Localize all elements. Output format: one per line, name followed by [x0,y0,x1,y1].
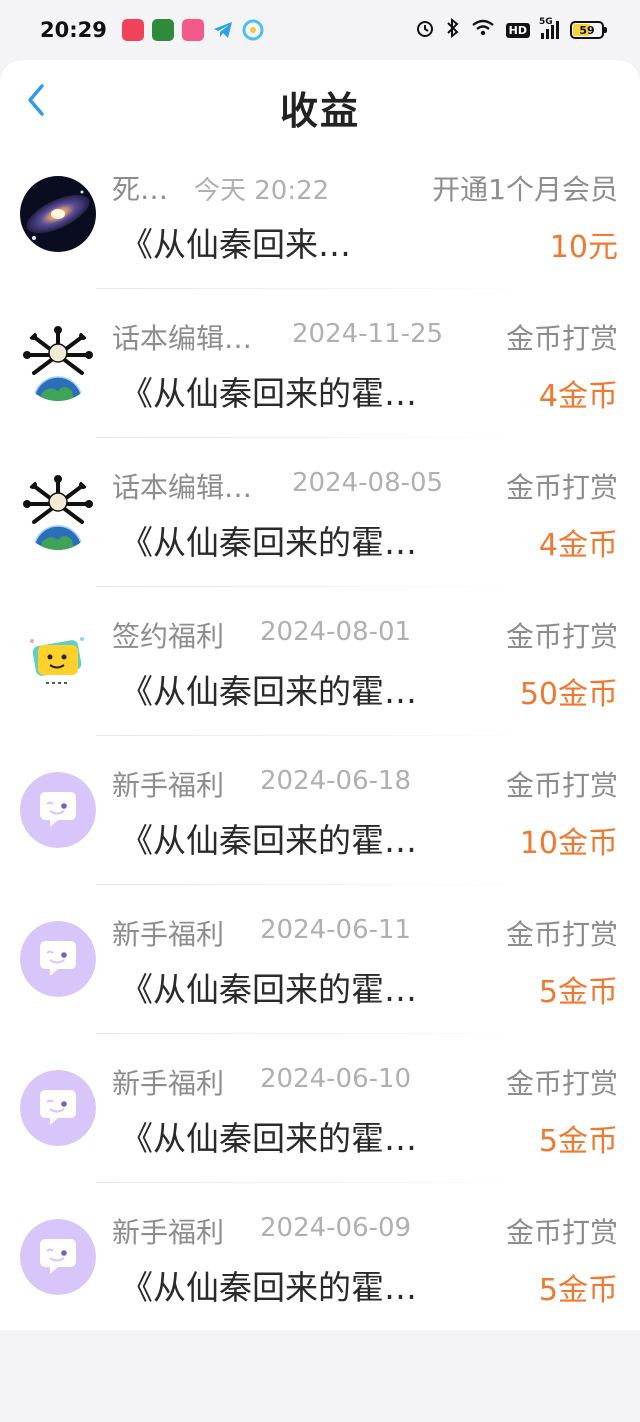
earning-amount: 10金币 [519,826,618,861]
book-title: 《从仙秦回来的霍… [120,1119,417,1158]
earning-date: 2024-08-05 [292,468,444,498]
earning-type: 金币打赏 [505,1216,618,1249]
notification-icons [122,19,264,41]
earnings-page: 20:29 HD 5G 59 收益 死… 今天 20:22 开通1个月会员 《从… [0,0,640,1422]
earning-date: 2024-06-09 [260,1213,412,1243]
mascot-globe-avatar [20,474,96,550]
status-bar: 20:29 HD 5G 59 [0,0,640,60]
sender-name: 签约福利 [112,620,225,653]
book-title: 《从仙秦回来的霍… [120,821,417,860]
sender-name: 新手福利 [112,1216,225,1249]
earning-amount: 10元 [549,230,618,265]
signal-icon: 5G [539,17,559,39]
earning-amount: 5金币 [538,975,618,1010]
list-item[interactable]: 新手福利 2024-06-09 金币打赏 《从仙秦回来的霍… 5金币 [0,1183,640,1332]
earnings-list: 死… 今天 20:22 开通1个月会员 《从仙秦回来… 10元 话本编辑… 20… [0,140,640,1330]
list-item[interactable]: 新手福利 2024-06-10 金币打赏 《从仙秦回来的霍… 5金币 [0,1034,640,1183]
book-title: 《从仙秦回来的霍… [120,374,417,413]
sender-name: 话本编辑… [112,471,253,504]
earning-amount: 4金币 [538,528,618,563]
earning-date: 2024-08-01 [260,617,412,647]
wifi-icon [471,19,495,41]
music-app-icon [122,19,144,41]
galaxy-avatar [20,176,96,252]
chat-bubble-avatar [20,1070,96,1146]
list-item[interactable]: 话本编辑… 2024-08-05 金币打赏 《从仙秦回来的霍… 4金币 [0,438,640,587]
earning-type: 金币打赏 [505,769,618,802]
list-item[interactable]: 死… 今天 20:22 开通1个月会员 《从仙秦回来… 10元 [0,140,640,289]
telegram-icon [212,19,234,41]
status-time: 20:29 [40,18,107,42]
earning-type: 开通1个月会员 [432,173,618,206]
sender-name: 新手福利 [112,1067,225,1100]
book-title: 《从仙秦回来的霍… [120,1268,417,1307]
header: 收益 [0,60,640,140]
network-type: 5G [539,17,553,27]
sign-bonus-avatar [20,623,96,699]
book-title: 《从仙秦回来的霍… [120,970,417,1009]
status-right: HD 5G 59 [415,17,607,42]
page-title: 收益 [279,89,360,133]
list-item[interactable]: 新手福利 2024-06-18 金币打赏 《从仙秦回来的霍… 10金币 [0,736,640,885]
list-item[interactable]: 新手福利 2024-06-11 金币打赏 《从仙秦回来的霍… 5金币 [0,885,640,1034]
alarm-icon [415,18,435,42]
list-item[interactable]: 话本编辑… 2024-11-25 金币打赏 《从仙秦回来的霍… 4金币 [0,289,640,438]
list-item[interactable]: 签约福利 2024-08-01 金币打赏 《从仙秦回来的霍… 50金币 [0,587,640,736]
earning-amount: 4金币 [538,379,618,414]
battery-level: 59 [579,23,595,37]
earning-date: 今天 20:22 [194,176,330,206]
bluetooth-icon [446,17,460,42]
book-title: 《从仙秦回来… [120,225,351,264]
earning-type: 金币打赏 [505,1067,618,1100]
earning-date: 2024-06-18 [260,766,412,796]
earning-date: 2024-06-11 [260,915,412,945]
sender-name: 新手福利 [112,918,225,951]
sender-name: 死… [112,173,169,206]
earning-type: 金币打赏 [505,620,618,653]
earning-type: 金币打赏 [505,322,618,355]
sender-name: 话本编辑… [112,322,253,355]
chat-bubble-avatar [20,921,96,997]
book-title: 《从仙秦回来的霍… [120,672,417,711]
reader-app-icon [152,19,174,41]
chat-bubble-avatar [20,1219,96,1295]
earning-amount: 50金币 [519,677,618,712]
earning-type: 金币打赏 [505,918,618,951]
earning-amount: 5金币 [538,1273,618,1308]
browser-icon [242,19,264,41]
book-title: 《从仙秦回来的霍… [120,523,417,562]
chat-bubble-avatar [20,772,96,848]
earning-type: 金币打赏 [505,471,618,504]
earning-date: 2024-06-10 [260,1064,412,1094]
earning-date: 2024-11-25 [292,319,444,349]
battery-icon: 59 [570,21,607,39]
mascot-globe-avatar [20,325,96,401]
sender-name: 新手福利 [112,769,225,802]
hd-icon: HD [505,22,530,38]
earning-amount: 5金币 [538,1124,618,1159]
shopping-app-icon [182,19,204,41]
